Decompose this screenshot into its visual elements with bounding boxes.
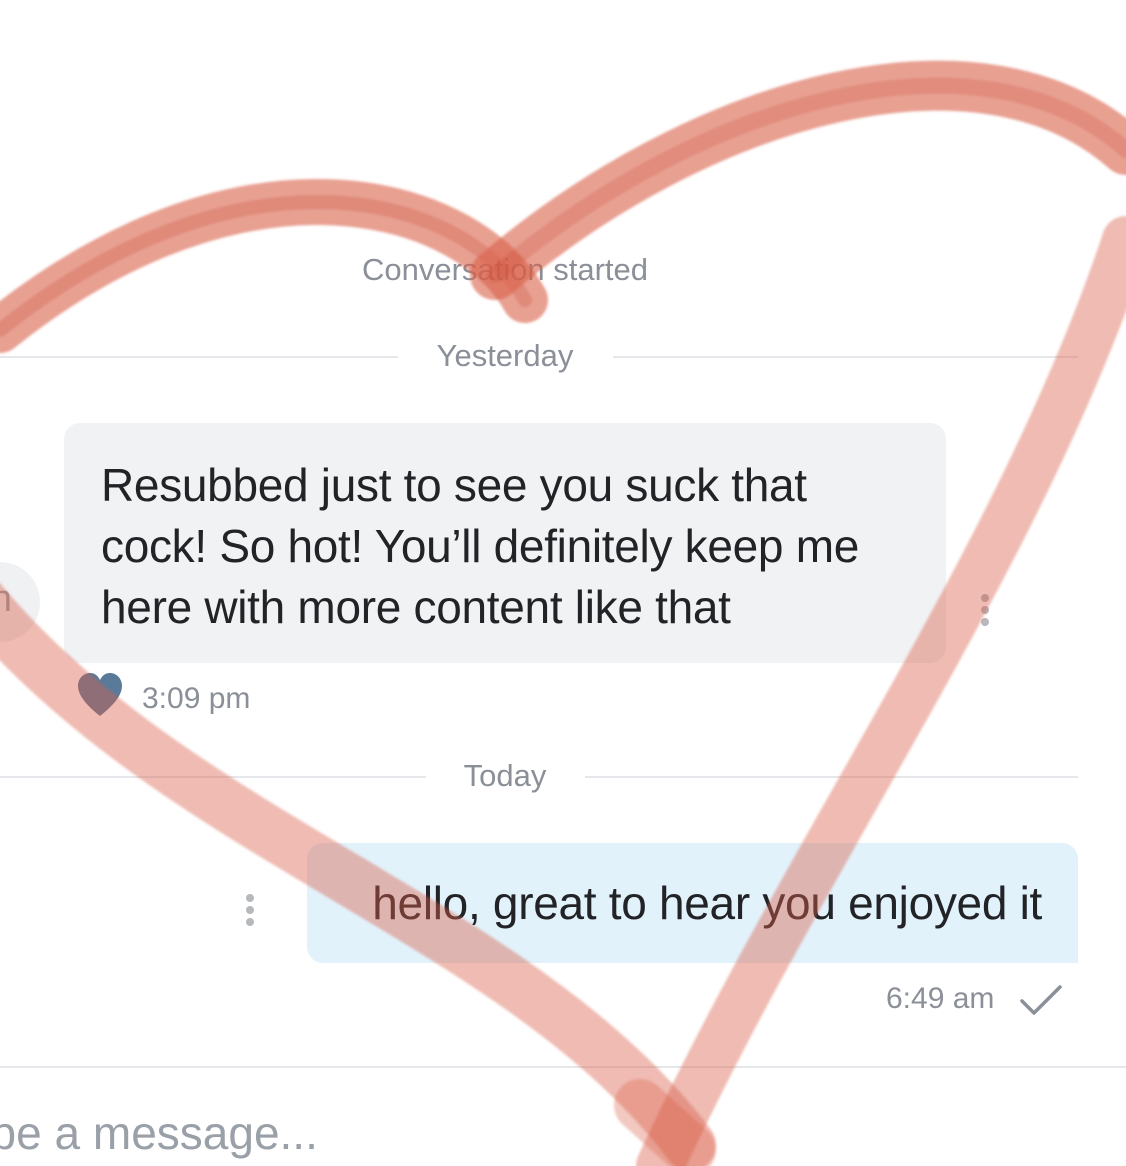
outgoing-message-time: 6:49 am [886,982,995,1015]
date-divider-yesterday: Yesterday [0,336,1078,376]
chat-screen: Conversation started Yesterday n Resubbe… [0,0,1126,1166]
heart-icon[interactable] [76,672,124,718]
outgoing-message-bubble[interactable]: hello, great to hear you enjoyed it [307,843,1078,963]
message-input[interactable] [0,1100,1102,1166]
more-vertical-icon[interactable] [977,594,993,634]
conversation-started-label: Conversation started [361,252,649,287]
incoming-message-time: 3:09 pm [142,682,251,715]
composer-divider [0,1066,1126,1068]
check-icon [1020,985,1062,1015]
more-vertical-icon[interactable] [242,894,258,934]
divider-line [613,356,1078,358]
avatar[interactable]: n [0,562,40,642]
avatar-initial: n [0,578,12,620]
outgoing-message-text: hello, great to hear you enjoyed it [372,877,1042,929]
incoming-message-text: Resubbed just to see you suck that cock!… [101,459,859,633]
divider-line [585,776,1078,778]
date-divider-today: Today [0,756,1078,796]
incoming-message-bubble[interactable]: Resubbed just to see you suck that cock!… [64,423,946,663]
